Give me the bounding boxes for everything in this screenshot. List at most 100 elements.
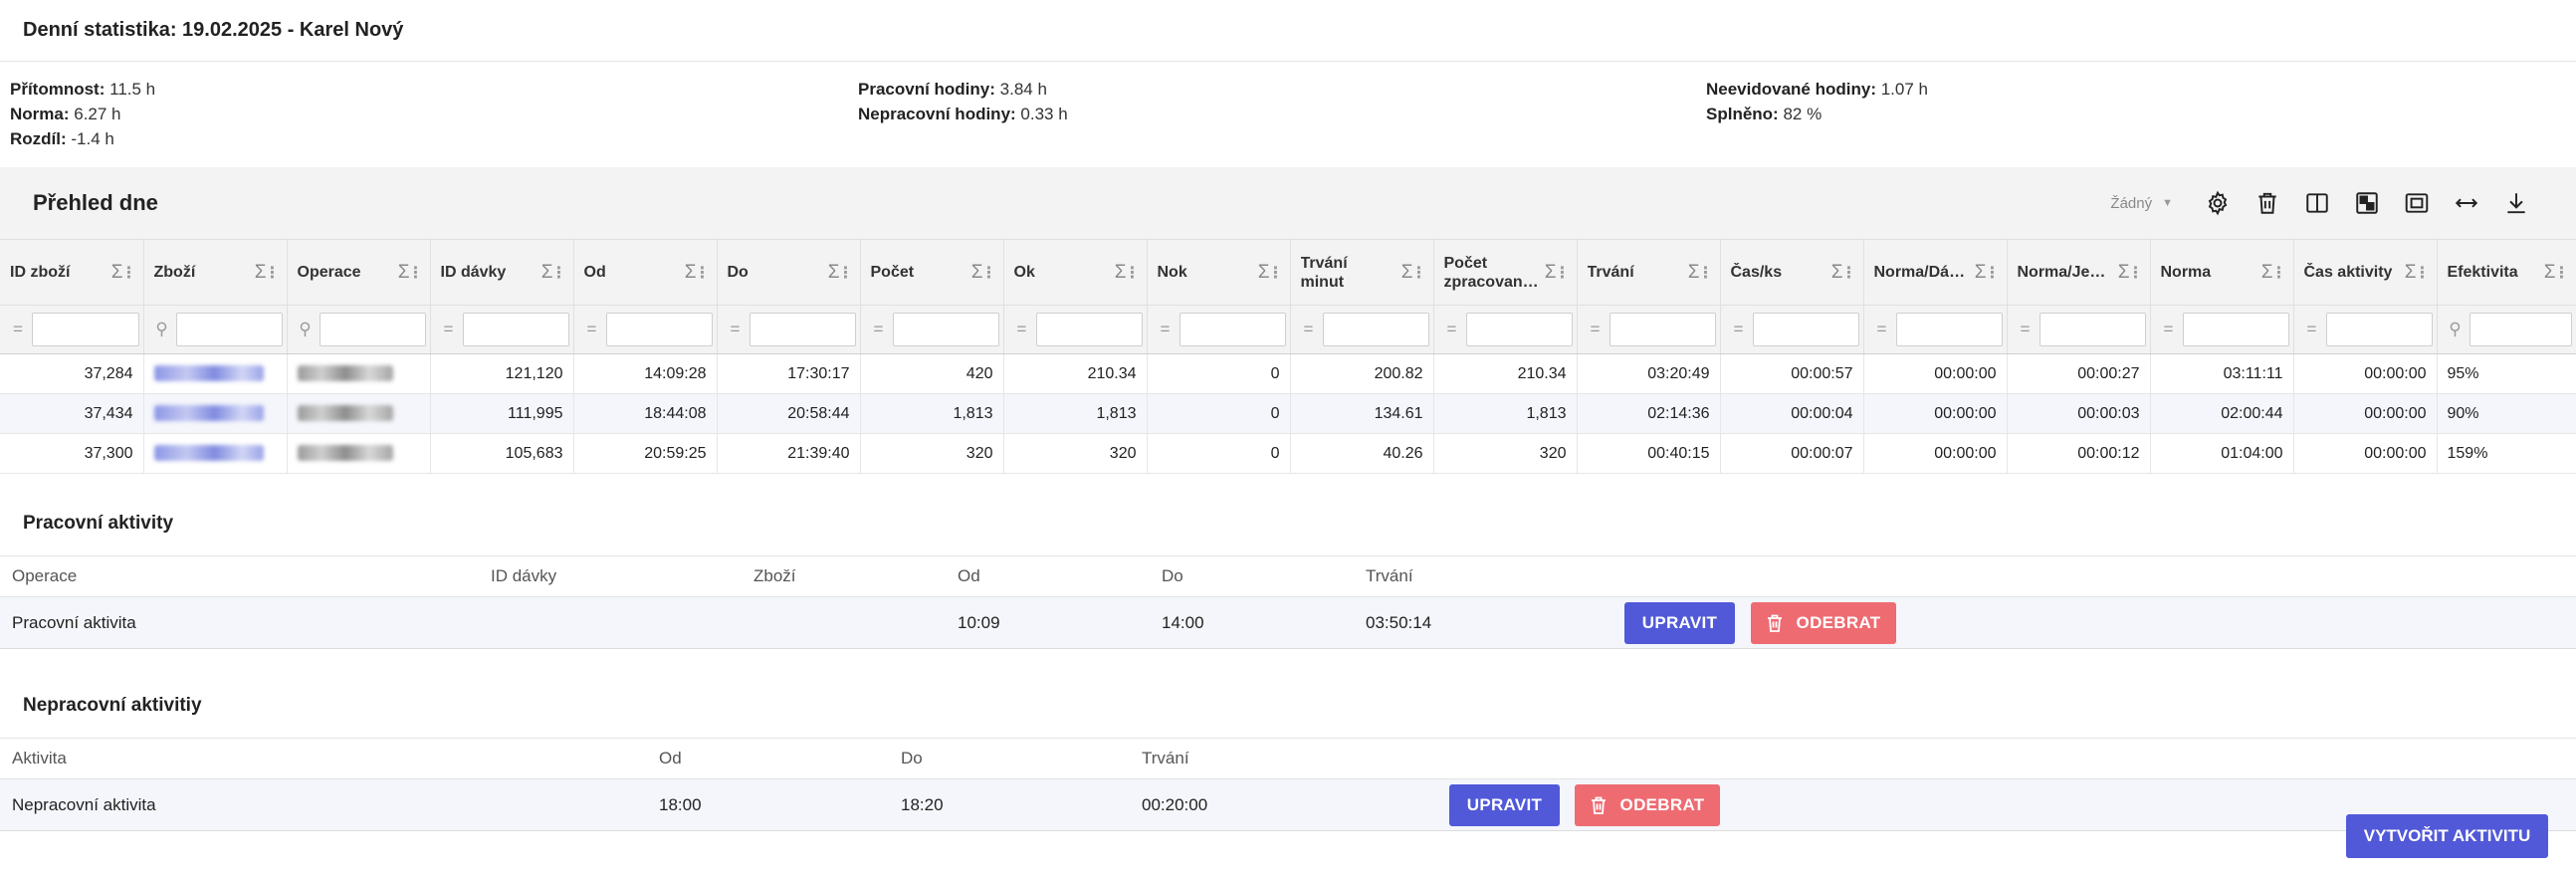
filter-input[interactable] — [2325, 313, 2433, 346]
filter-input[interactable] — [1035, 313, 1143, 346]
column-menu-icon[interactable]: ⋮ — [695, 263, 711, 283]
column-header-norm[interactable]: Norma Σ ⋮ — [2150, 239, 2294, 306]
column-menu-icon[interactable]: ⋮ — [121, 263, 137, 283]
grouping-select[interactable]: Žádný ▼ — [2110, 195, 2173, 212]
column-header-nok[interactable]: Nok Σ ⋮ — [1147, 239, 1291, 306]
equals-icon[interactable]: = — [722, 320, 750, 339]
clear-icon[interactable] — [2243, 183, 2292, 223]
header-from: Od — [659, 749, 682, 767]
fullscreen-icon[interactable] — [2392, 183, 2442, 223]
download-icon[interactable] — [2491, 183, 2541, 223]
columns-icon[interactable] — [2292, 183, 2342, 223]
filter-input[interactable] — [462, 313, 569, 346]
equals-icon[interactable]: = — [1008, 320, 1036, 339]
filter-input[interactable] — [892, 313, 999, 346]
list-item[interactable]: Nepracovní aktivita 18:00 18:20 00:20:00… — [0, 778, 2576, 831]
filter-input[interactable] — [1609, 313, 1716, 346]
filter-input[interactable] — [2039, 313, 2146, 346]
filter-input[interactable] — [1895, 313, 2003, 346]
column-menu-icon[interactable]: ⋮ — [1698, 263, 1714, 283]
column-menu-icon[interactable]: ⋮ — [1555, 263, 1571, 283]
list-item[interactable]: Pracovní aktivita 10:09 14:00 03:50:14 U… — [0, 596, 2576, 649]
cell-from: 20:59:25 — [573, 433, 718, 474]
equals-icon[interactable]: = — [1152, 320, 1180, 339]
remove-button[interactable]: ODEBRAT — [1751, 601, 1896, 644]
create-activity-button[interactable]: VYTVOŘIT AKTIVITU — [2346, 814, 2548, 858]
cell-goods-redacted[interactable] — [143, 393, 288, 434]
filter-input[interactable] — [605, 313, 713, 346]
redacted-goods-link[interactable] — [153, 405, 264, 422]
edit-button[interactable]: UPRAVIT — [1449, 783, 1560, 826]
column-header-efficiency[interactable]: Efektivita Σ ⋮ — [2437, 239, 2576, 306]
column-header-norm-per-unit[interactable]: Norma/Je… Σ ⋮ — [2007, 239, 2151, 306]
column-menu-icon[interactable]: ⋮ — [1411, 263, 1427, 283]
cell-goods-redacted[interactable] — [143, 433, 288, 474]
column-header-duration-minutes[interactable]: Trvání minut Σ ⋮ — [1290, 239, 1434, 306]
column-header-time-per-piece[interactable]: Čas/ks Σ ⋮ — [1720, 239, 1864, 306]
filter-input[interactable] — [2469, 313, 2572, 346]
fit-width-icon[interactable] — [2442, 183, 2491, 223]
column-menu-icon[interactable]: ⋮ — [551, 263, 567, 283]
filter-input[interactable] — [1322, 313, 1429, 346]
settings-icon[interactable] — [2193, 183, 2243, 223]
filter-input[interactable] — [2182, 313, 2289, 346]
equals-icon[interactable]: = — [1725, 320, 1753, 339]
column-menu-icon[interactable]: ⋮ — [2554, 263, 2570, 283]
equals-icon[interactable]: = — [1582, 320, 1610, 339]
search-icon[interactable]: ⚲ — [148, 320, 176, 339]
column-menu-icon[interactable]: ⋮ — [2128, 263, 2144, 283]
remove-button[interactable]: ODEBRAT — [1575, 783, 1720, 826]
table-row[interactable]: 37,284 121,120 14:09:28 17:30:17 420 210… — [0, 353, 2576, 394]
redacted-goods-link[interactable] — [153, 365, 264, 382]
equals-icon[interactable]: = — [1868, 320, 1896, 339]
column-header-norm-per-batch[interactable]: Norma/Dá… Σ ⋮ — [1863, 239, 2008, 306]
column-header-operation[interactable]: Operace Σ ⋮ — [287, 239, 431, 306]
stat-fulfilled: Splněno: 82 % — [1706, 105, 1823, 123]
column-menu-icon[interactable]: ⋮ — [1985, 263, 2001, 283]
column-header-to[interactable]: Do Σ ⋮ — [717, 239, 861, 306]
column-menu-icon[interactable]: ⋮ — [265, 263, 281, 283]
equals-icon[interactable]: = — [2012, 320, 2039, 339]
filter-input[interactable] — [319, 313, 426, 346]
edit-button[interactable]: UPRAVIT — [1624, 601, 1735, 644]
equals-icon[interactable]: = — [4, 320, 32, 339]
equals-icon[interactable]: = — [2155, 320, 2183, 339]
column-header-ok[interactable]: Ok Σ ⋮ — [1003, 239, 1148, 306]
filter-input[interactable] — [1752, 313, 1859, 346]
equals-icon[interactable]: = — [865, 320, 893, 339]
search-icon[interactable]: ⚲ — [2442, 320, 2469, 339]
column-header-activity-time[interactable]: Čas aktivity Σ ⋮ — [2293, 239, 2438, 306]
search-icon[interactable]: ⚲ — [292, 320, 320, 339]
column-menu-icon[interactable]: ⋮ — [838, 263, 854, 283]
column-menu-icon[interactable]: ⋮ — [1841, 263, 1857, 283]
column-header-goods[interactable]: Zboží Σ ⋮ — [143, 239, 288, 306]
column-menu-icon[interactable]: ⋮ — [2271, 263, 2287, 283]
column-header-id-goods[interactable]: ID zboží Σ ⋮ — [0, 239, 144, 306]
redacted-goods-link[interactable] — [153, 445, 264, 462]
table-row[interactable]: 37,300 105,683 20:59:25 21:39:40 320 320… — [0, 433, 2576, 474]
column-header-count[interactable]: Počet Σ ⋮ — [860, 239, 1004, 306]
filter-input[interactable] — [175, 313, 283, 346]
equals-icon[interactable]: = — [2298, 320, 2326, 339]
equals-icon[interactable]: = — [435, 320, 463, 339]
filter-input[interactable] — [1465, 313, 1573, 346]
filter-input[interactable] — [749, 313, 856, 346]
column-menu-icon[interactable]: ⋮ — [2415, 263, 2431, 283]
filter-input[interactable] — [1179, 313, 1286, 346]
column-menu-icon[interactable]: ⋮ — [981, 263, 997, 283]
table-row[interactable]: 37,434 111,995 18:44:08 20:58:44 1,813 1… — [0, 393, 2576, 434]
cell-processed-count: 1,813 — [1433, 393, 1578, 434]
column-menu-icon[interactable]: ⋮ — [1268, 263, 1284, 283]
equals-icon[interactable]: = — [1438, 320, 1466, 339]
column-header-batch-id[interactable]: ID dávky Σ ⋮ — [430, 239, 574, 306]
cell-goods-redacted[interactable] — [143, 353, 288, 394]
column-header-from[interactable]: Od Σ ⋮ — [573, 239, 718, 306]
equals-icon[interactable]: = — [578, 320, 606, 339]
column-menu-icon[interactable]: ⋮ — [408, 263, 424, 283]
pivot-icon[interactable] — [2342, 183, 2392, 223]
column-header-processed-count[interactable]: Počet zpracovan… Σ ⋮ — [1433, 239, 1578, 306]
filter-input[interactable] — [32, 313, 139, 346]
equals-icon[interactable]: = — [1295, 320, 1323, 339]
column-header-duration[interactable]: Trvání Σ ⋮ — [1577, 239, 1721, 306]
column-menu-icon[interactable]: ⋮ — [1125, 263, 1141, 283]
